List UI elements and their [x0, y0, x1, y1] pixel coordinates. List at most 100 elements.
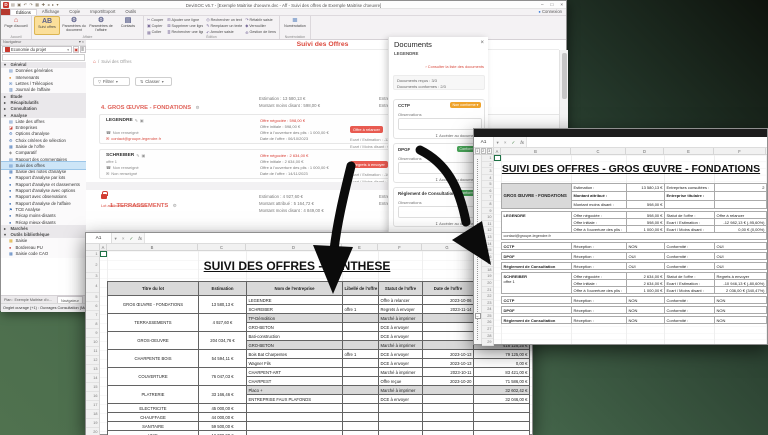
cell[interactable]: 45 000,00 € [198, 403, 247, 413]
cell[interactable]: NON [626, 316, 665, 324]
row-header[interactable]: 24 [482, 306, 493, 313]
cell[interactable]: Date de l'offre [422, 281, 474, 296]
cell[interactable] [422, 412, 474, 422]
cell[interactable]: Libellé de l'offre [342, 281, 379, 296]
ribbon-button[interactable]: ⚙ Paramètres de l'affaire [88, 16, 114, 35]
row-header[interactable]: 14 [482, 241, 493, 248]
cell[interactable] [342, 367, 379, 377]
cell[interactable]: NON [626, 242, 665, 250]
cell[interactable] [342, 385, 379, 395]
row-header[interactable]: 21 [482, 287, 493, 294]
window-control-button[interactable]: × [560, 1, 563, 9]
cell[interactable]: OUI [626, 252, 665, 260]
column-header[interactable]: C [571, 148, 626, 154]
cell[interactable]: VMC [107, 430, 199, 435]
cell[interactable]: 44 000,00 € [198, 412, 247, 422]
email-line[interactable]: ✉ Non renseigné [106, 171, 137, 176]
row-header[interactable]: 5 [86, 293, 99, 302]
row-header[interactable]: 4 [86, 279, 99, 293]
cell[interactable]: Offre négociée : [571, 272, 627, 280]
cell[interactable]: Conformité : [664, 242, 715, 250]
observations-input[interactable] [398, 161, 482, 174]
cell[interactable] [342, 331, 379, 341]
edit-icon[interactable]: ✎ [135, 118, 138, 123]
cell[interactable] [378, 412, 423, 422]
cell[interactable]: 2023-10-11 [422, 367, 474, 377]
cell[interactable]: Marché à imprimer [378, 340, 423, 350]
cell[interactable]: Conformité : [664, 296, 715, 304]
cell[interactable]: Réception : [571, 306, 627, 314]
cell[interactable]: Ecart / Moins disant : [664, 286, 715, 294]
cell[interactable]: 4 927,60 € [198, 313, 247, 332]
cell[interactable]: Réception : [571, 316, 627, 324]
column-header[interactable]: D [246, 244, 342, 250]
column-header[interactable]: A [100, 244, 107, 250]
scrollbar-thumb[interactable] [561, 52, 567, 99]
cell[interactable]: Réception : [571, 296, 627, 304]
cell[interactable]: 2023-10-20 [422, 376, 474, 386]
cell[interactable]: 598,00 € [626, 199, 665, 210]
cell[interactable]: Statut de l'offre [378, 281, 423, 296]
cell[interactable] [342, 412, 379, 422]
cell[interactable]: Titre du lot [107, 281, 199, 296]
row-header[interactable]: 5 [482, 181, 493, 188]
row-header[interactable]: 17 [482, 260, 493, 267]
row-header[interactable]: 12 [86, 356, 99, 365]
cell[interactable]: CCTP [501, 242, 572, 250]
cell[interactable]: 204 034,76 € [198, 331, 247, 350]
cell[interactable] [714, 199, 767, 210]
column-header[interactable]: B [107, 244, 198, 250]
row-header[interactable]: 2 [86, 257, 99, 273]
cell[interactable]: Ecart / Estimation : [664, 218, 715, 226]
cell[interactable]: Entreprise titulaire : [664, 191, 715, 201]
row-header[interactable]: 6 [482, 188, 493, 195]
cell[interactable] [342, 394, 379, 404]
confirm-icon[interactable]: ✓ [509, 137, 518, 148]
cell[interactable]: 2 036,00 € (340,47%) [714, 286, 767, 294]
cell[interactable]: GROS ŒUVRE - FONDATIONS [107, 295, 199, 314]
cell[interactable]: LEGENDRE [501, 211, 572, 233]
cell[interactable] [422, 340, 474, 350]
cell[interactable] [246, 412, 343, 422]
cell[interactable]: offre 1 [342, 349, 379, 359]
column-header[interactable]: D [626, 148, 664, 154]
formula-input[interactable] [526, 137, 767, 147]
cell[interactable]: Offre reçue [378, 376, 423, 386]
cell[interactable]: Conformité : [664, 262, 715, 270]
cell[interactable]: 1 000,00 € [626, 225, 665, 233]
cell[interactable] [246, 403, 343, 413]
ribbon-tab[interactable]: Affichage [37, 9, 64, 15]
cell[interactable]: DCE à envoyer [378, 394, 423, 404]
ribbon-tab[interactable]: Copie [64, 9, 85, 15]
cell[interactable]: GROS ŒUVRE - FONDATIONS [501, 183, 572, 209]
cell[interactable]: OUI [714, 262, 767, 270]
cell[interactable] [473, 412, 530, 422]
cell[interactable]: OUI [714, 252, 767, 260]
cell[interactable]: OUI [626, 262, 665, 270]
cell[interactable]: CHARPENTE BOIS [107, 349, 199, 368]
cell[interactable]: Nom de l'entreprise [246, 281, 343, 296]
cell[interactable]: -12 982,13 € (-95,60%) [714, 218, 767, 226]
cell[interactable] [473, 421, 530, 431]
cell[interactable]: SANITAIRE [107, 421, 199, 431]
row-header[interactable]: 22 [482, 293, 493, 300]
cell[interactable]: Réception : [571, 262, 627, 270]
row-header[interactable]: 10 [482, 214, 493, 221]
cell[interactable]: 2 634,00 € [626, 279, 665, 287]
row-header[interactable]: 10 [86, 338, 99, 347]
cell[interactable]: ENTREPRISE FAUX PLAFONDS [246, 394, 343, 404]
cell[interactable]: contact@groupe-legendre.fr [501, 232, 767, 240]
cell[interactable]: 59 500,00 € [198, 421, 247, 431]
project-selector[interactable]: Economie du projet ▾ [2, 46, 72, 53]
column-header[interactable]: F [714, 148, 766, 154]
cell[interactable] [422, 394, 474, 404]
cell[interactable] [342, 358, 379, 368]
cell[interactable]: 0,00 € (0,00%) [714, 225, 767, 233]
cell[interactable]: 33 166,46 € [198, 385, 247, 404]
cell[interactable]: 0,00 € [473, 358, 530, 368]
cell[interactable]: offre 1 [342, 304, 379, 314]
row-header[interactable]: 16 [482, 254, 493, 261]
sidebar-item[interactable]: ▦ Saisie code CAO [1, 250, 86, 256]
cell[interactable]: Bati-construction [246, 331, 343, 341]
numerotation-button[interactable]: ≣ Numérotation [282, 16, 308, 35]
